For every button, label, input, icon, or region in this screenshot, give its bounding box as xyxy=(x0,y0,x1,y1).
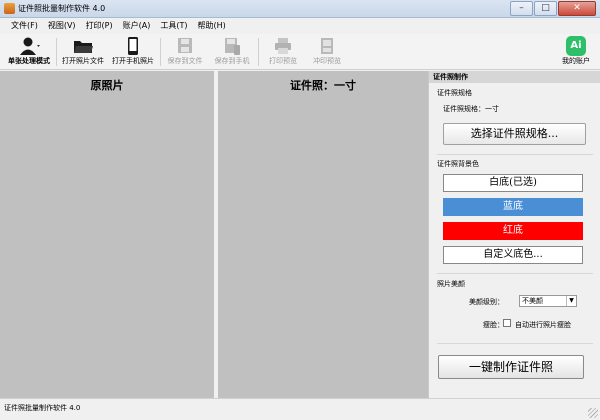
status-bar: 证件照批量制作软件 4.0 xyxy=(0,398,600,420)
wash-preview-button[interactable]: 冲印预览 xyxy=(306,36,348,68)
make-id-photo-button[interactable]: 一键制作证件照 xyxy=(438,355,584,379)
original-photo-title: 原照片 xyxy=(90,79,124,92)
id-photo-title: 证件照：一寸 xyxy=(290,79,356,92)
divider xyxy=(437,343,593,344)
save-phone-icon xyxy=(225,38,240,55)
beauty-level-label: 美颜级别： xyxy=(469,298,504,306)
original-photo-panel[interactable]: 原照片 xyxy=(0,71,214,398)
folder-icon xyxy=(74,41,93,53)
auto-skin-checkbox[interactable] xyxy=(503,319,511,327)
choose-spec-button[interactable]: 选择证件照规格... xyxy=(443,123,586,145)
menu-view[interactable]: 视图(V) xyxy=(43,18,81,34)
open-photo-button[interactable]: 打开照片文件 xyxy=(60,36,106,68)
maximize-button[interactable]: □ xyxy=(534,1,557,16)
menu-tools[interactable]: 工具(T) xyxy=(155,18,192,34)
menu-print[interactable]: 打印(P) xyxy=(81,18,118,34)
id-photo-panel[interactable]: 证件照：一寸 xyxy=(218,71,428,398)
toolbar: 单张处理模式 打开照片文件 打开手机照片 保存到文件 保存到手机 打印预览 冲印… xyxy=(0,34,600,70)
divider xyxy=(437,154,593,155)
minimize-button[interactable]: – xyxy=(510,1,533,16)
spec-section-label: 证件照规格 xyxy=(437,89,472,97)
photo-print-icon xyxy=(321,38,333,54)
chevron-down-icon[interactable]: ▼ xyxy=(566,296,576,306)
open-phone-button[interactable]: 打开手机照片 xyxy=(110,36,156,68)
menu-account[interactable]: 账户(A) xyxy=(118,18,156,34)
bg-section-label: 证件照背景色 xyxy=(437,160,479,168)
bg-red-button[interactable]: 红底 xyxy=(443,222,583,240)
beauty-level-value: 不美颜 xyxy=(522,297,543,305)
bg-custom-button[interactable]: 自定义底色... xyxy=(443,246,583,264)
resize-grip-icon[interactable] xyxy=(588,408,598,418)
save-file-button[interactable]: 保存到文件 xyxy=(164,36,206,68)
auto-skin-label[interactable]: 自动进行照片瘦脸 xyxy=(515,320,571,330)
menu-bar: 文件(F) 视图(V) 打印(P) 账户(A) 工具(T) 帮助(H) xyxy=(0,18,600,34)
menu-file[interactable]: 文件(F) xyxy=(6,18,43,34)
window-title: 证件照批量制作软件 4.0 xyxy=(18,4,106,13)
app-icon xyxy=(4,3,15,14)
toolbar-separator xyxy=(160,38,161,66)
beauty-level-select[interactable]: 不美颜 ▼ xyxy=(519,295,577,307)
phone-icon xyxy=(128,37,138,55)
beauty-section-label: 照片美颜 xyxy=(437,280,465,288)
toolbar-separator xyxy=(258,38,259,66)
skin-label: 瘦脸： xyxy=(483,321,504,329)
ai-logo-icon: Ai xyxy=(566,36,586,56)
id-photo-settings-panel: 证件照制作 证件照规格 证件照规格：一寸 选择证件照规格... 证件照背景色 白… xyxy=(428,71,600,398)
window-controls: – □ ✕ xyxy=(510,1,596,16)
toolbar-separator xyxy=(56,38,57,66)
my-account-button[interactable]: Ai 我的账户 xyxy=(556,36,596,68)
spec-value: 证件照规格：一寸 xyxy=(443,105,499,113)
divider xyxy=(437,273,593,274)
menu-help[interactable]: 帮助(H) xyxy=(193,18,231,34)
printer-icon xyxy=(275,38,291,54)
user-icon xyxy=(20,37,40,55)
single-mode-button[interactable]: 单张处理模式 xyxy=(6,36,52,68)
print-preview-button[interactable]: 打印预览 xyxy=(262,36,304,68)
save-disk-icon xyxy=(178,38,192,53)
close-button[interactable]: ✕ xyxy=(558,1,596,16)
bg-white-button[interactable]: 白底(已选) xyxy=(443,174,583,192)
save-phone-button[interactable]: 保存到手机 xyxy=(210,36,254,68)
settings-header: 证件照制作 xyxy=(429,71,600,83)
bg-blue-button[interactable]: 蓝底 xyxy=(443,198,583,216)
status-text: 证件照批量制作软件 4.0 xyxy=(4,404,81,412)
title-bar: 证件照批量制作软件 4.0 – □ ✕ xyxy=(0,0,600,18)
